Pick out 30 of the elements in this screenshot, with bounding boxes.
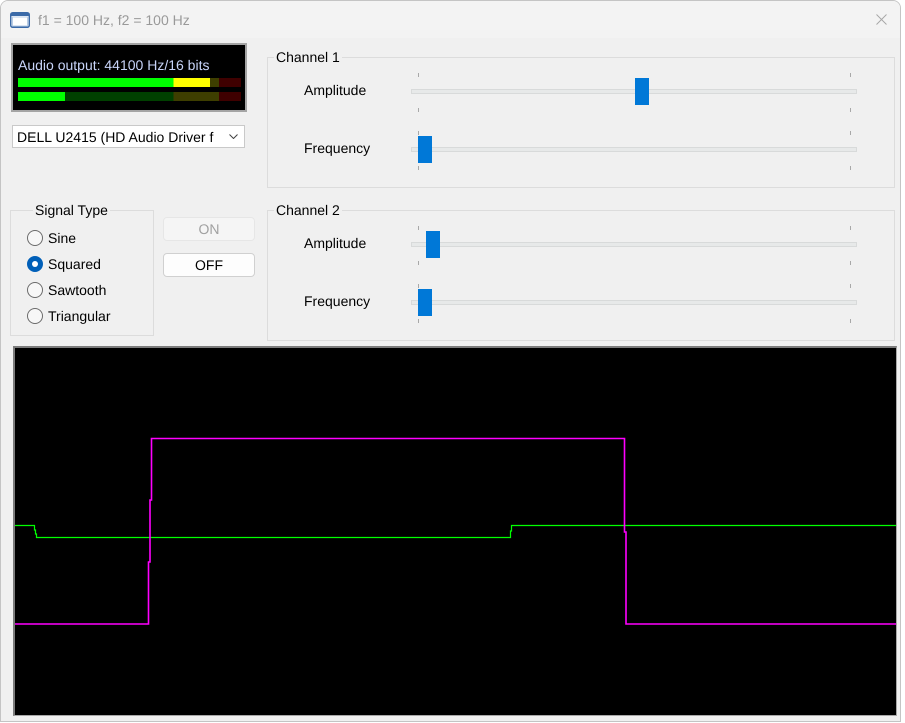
- radio-button[interactable]: [27, 308, 43, 324]
- slider-thumb[interactable]: [418, 136, 432, 163]
- slider-label: Frequency: [304, 140, 372, 158]
- chevron-down-icon: [229, 134, 238, 139]
- slider-track[interactable]: [411, 226, 857, 265]
- slider-label: Frequency: [304, 293, 372, 311]
- meter-caption: Audio output: 44100 Hz/16 bits: [18, 57, 210, 73]
- slider-thumb[interactable]: [418, 289, 432, 316]
- group-title: Channel 1: [275, 49, 341, 65]
- window-icon: [10, 12, 30, 28]
- slider-track[interactable]: [411, 73, 857, 112]
- radio-label[interactable]: Sine: [48, 230, 76, 246]
- radio-button[interactable]: [27, 230, 43, 246]
- command-button[interactable]: OFF: [163, 253, 255, 277]
- close-icon[interactable]: [876, 14, 887, 25]
- device-dropdown[interactable]: DELL U2415 (HD Audio Driver f: [12, 125, 245, 148]
- group-title: Signal Type: [34, 202, 109, 218]
- radio-label[interactable]: Triangular: [48, 308, 111, 324]
- radio-button[interactable]: [27, 282, 43, 298]
- slider-label: Amplitude: [304, 82, 368, 100]
- slider-label: Amplitude: [304, 235, 368, 253]
- window-title: f1 = 100 Hz, f2 = 100 Hz: [38, 12, 191, 28]
- slider-thumb[interactable]: [635, 78, 650, 105]
- group-title: Channel 2: [275, 202, 341, 218]
- slider-track[interactable]: [411, 284, 857, 323]
- slider-thumb[interactable]: [426, 231, 440, 258]
- radio-button[interactable]: [27, 256, 43, 272]
- slider-track[interactable]: [411, 131, 857, 170]
- radio-label[interactable]: Squared: [48, 256, 101, 272]
- radio-label[interactable]: Sawtooth: [48, 282, 106, 298]
